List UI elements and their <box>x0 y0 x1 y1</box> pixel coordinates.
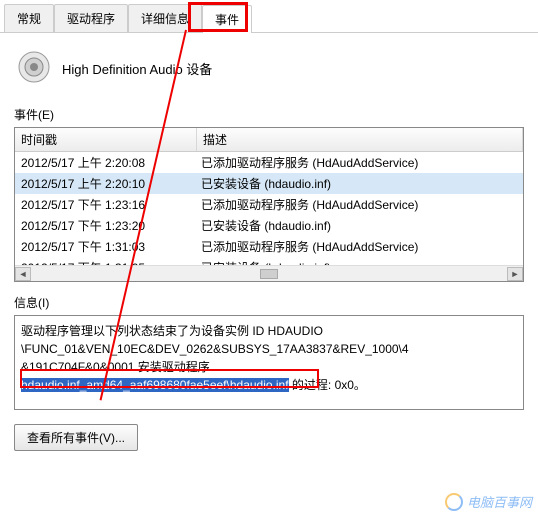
info-text: \FUNC_01&VEN_10EC&DEV_0262&SUBSYS_17AA38… <box>21 342 409 356</box>
scroll-left-button[interactable]: ◄ <box>15 267 31 281</box>
info-text: 驱动程序管理以下列状态结束了为设备实例 ID HDAUDIO <box>21 324 323 338</box>
cell-timestamp: 2012/5/17 下午 1:23:20 <box>15 217 197 234</box>
info-text: 的过程: 0x0。 <box>289 378 366 392</box>
tab-driver[interactable]: 驱动程序 <box>54 4 128 32</box>
watermark: 电脑百事网 <box>445 492 532 511</box>
table-row[interactable]: 2012/5/17 上午 2:20:08 已添加驱动程序服务 (HdAudAdd… <box>15 152 523 173</box>
info-highlighted-path: hdaudio.inf_amd64_aaf698680fae5eef\hdaud… <box>21 378 289 392</box>
tab-content: High Definition Audio 设备 事件(E) 时间戳 描述 20… <box>0 33 538 461</box>
cell-description: 已添加驱动程序服务 (HdAudAddService) <box>197 196 523 213</box>
info-label: 信息(I) <box>14 294 524 311</box>
table-row[interactable]: 2012/5/17 下午 1:23:16 已添加驱动程序服务 (HdAudAdd… <box>15 194 523 215</box>
info-text: &191C704F&0&0001 安装驱动程序 <box>21 360 210 374</box>
cell-description: 已添加驱动程序服务 (HdAudAddService) <box>197 238 523 255</box>
table-body: 2012/5/17 上午 2:20:08 已添加驱动程序服务 (HdAudAdd… <box>15 152 523 278</box>
horizontal-scrollbar[interactable]: ◄ ► <box>15 265 523 281</box>
table-row[interactable]: 2012/5/17 上午 2:20:10 已安装设备 (hdaudio.inf) <box>15 173 523 194</box>
tab-bar: 常规 驱动程序 详细信息 事件 <box>0 0 538 33</box>
col-header-description[interactable]: 描述 <box>197 128 523 151</box>
table-header: 时间戳 描述 <box>15 128 523 152</box>
view-all-events-button[interactable]: 查看所有事件(V)... <box>14 424 138 451</box>
tab-details[interactable]: 详细信息 <box>128 4 202 32</box>
col-header-timestamp[interactable]: 时间戳 <box>15 128 197 151</box>
cell-timestamp: 2012/5/17 下午 1:31:03 <box>15 238 197 255</box>
cell-description: 已添加驱动程序服务 (HdAudAddService) <box>197 154 523 171</box>
cell-timestamp: 2012/5/17 上午 2:20:08 <box>15 154 197 171</box>
watermark-icon <box>445 493 463 511</box>
table-row[interactable]: 2012/5/17 下午 1:31:03 已添加驱动程序服务 (HdAudAdd… <box>15 236 523 257</box>
device-header: High Definition Audio 设备 <box>14 43 524 102</box>
speaker-icon <box>16 49 52 88</box>
cell-timestamp: 2012/5/17 上午 2:20:10 <box>15 175 197 192</box>
cell-description: 已安装设备 (hdaudio.inf) <box>197 175 523 192</box>
events-table: 时间戳 描述 2012/5/17 上午 2:20:08 已添加驱动程序服务 (H… <box>14 127 524 282</box>
scroll-track[interactable] <box>31 269 507 279</box>
cell-timestamp: 2012/5/17 下午 1:23:16 <box>15 196 197 213</box>
info-textarea[interactable]: 驱动程序管理以下列状态结束了为设备实例 ID HDAUDIO \FUNC_01&… <box>14 315 524 410</box>
watermark-text: 电脑百事网 <box>467 492 532 511</box>
device-title: High Definition Audio 设备 <box>62 59 212 78</box>
tab-general[interactable]: 常规 <box>4 4 54 32</box>
cell-description: 已安装设备 (hdaudio.inf) <box>197 217 523 234</box>
scroll-right-button[interactable]: ► <box>507 267 523 281</box>
table-row[interactable]: 2012/5/17 下午 1:23:20 已安装设备 (hdaudio.inf) <box>15 215 523 236</box>
events-label: 事件(E) <box>14 106 524 123</box>
scroll-thumb[interactable] <box>260 269 278 279</box>
tab-events[interactable]: 事件 <box>202 5 252 33</box>
